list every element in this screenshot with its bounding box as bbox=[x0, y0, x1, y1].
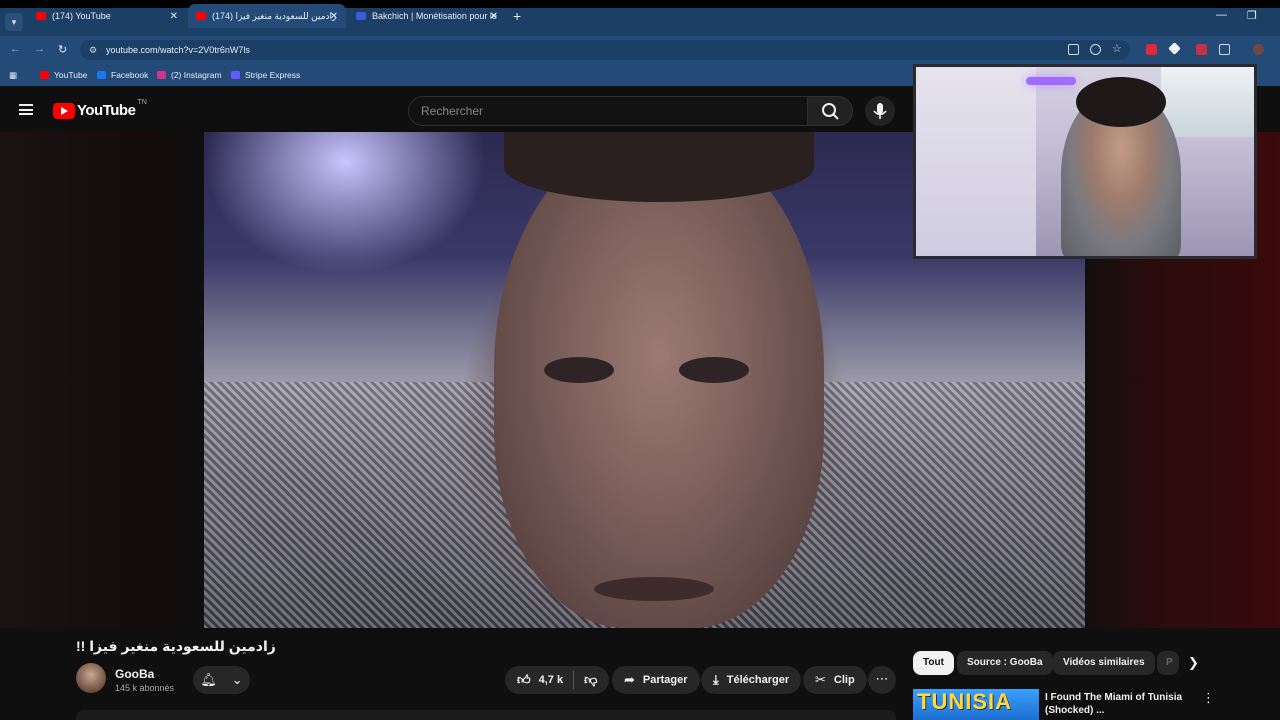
recommended-title[interactable]: I Found The Miami of Tunisia (Shocked) .… bbox=[1045, 691, 1195, 717]
channel-avatar[interactable] bbox=[76, 663, 106, 693]
share-arrow-icon: ➦ bbox=[624, 672, 635, 687]
bookmark-label: (2) Instagram bbox=[171, 70, 222, 80]
video-frame-eye bbox=[679, 357, 749, 383]
apps-grid-icon[interactable]: ▦ bbox=[9, 70, 17, 81]
bookmark-stripe[interactable]: Stripe Express bbox=[231, 70, 300, 80]
browser-tab-youtube[interactable]: (174) YouTube ✕ bbox=[28, 4, 186, 28]
download-label: Télécharger bbox=[726, 674, 790, 686]
thumbnail-text: TUNISIA bbox=[917, 689, 1012, 714]
search-button[interactable] bbox=[807, 96, 853, 126]
webcam-neon-light bbox=[1026, 77, 1076, 85]
hamburger-icon[interactable] bbox=[19, 104, 33, 115]
video-frame-mouth bbox=[594, 577, 714, 601]
webcam-shelf bbox=[1161, 67, 1254, 137]
share-label: Partager bbox=[642, 674, 688, 686]
more-vertical-icon[interactable]: ⋮ bbox=[1202, 690, 1215, 706]
site-info-icon[interactable]: ⚙ bbox=[89, 40, 97, 60]
bookmark-facebook[interactable]: Facebook bbox=[97, 70, 148, 80]
subscriber-count: 145 k abonnés bbox=[115, 683, 175, 693]
mic-icon bbox=[873, 103, 887, 119]
new-tab-button[interactable]: + bbox=[513, 8, 521, 24]
close-tab-icon[interactable]: ✕ bbox=[330, 11, 338, 22]
video-title: زادمين للسعودية منغير فيزا !! bbox=[76, 638, 276, 654]
description-box-top bbox=[76, 710, 896, 720]
logo-text: YouTube bbox=[77, 102, 136, 119]
clip-label: Clip bbox=[833, 674, 855, 686]
minimize-icon[interactable]: — bbox=[1216, 9, 1227, 21]
chip-all[interactable]: Tout bbox=[913, 651, 954, 675]
bookmark-instagram[interactable]: (2) Instagram bbox=[157, 70, 222, 80]
extensions-puzzle-icon[interactable] bbox=[1219, 44, 1230, 55]
tab-search-button[interactable]: ▾ bbox=[5, 13, 23, 31]
bookmark-label: YouTube bbox=[54, 70, 88, 80]
bakchich-favicon-icon bbox=[356, 12, 366, 20]
video-frame-eye bbox=[544, 357, 614, 383]
extension-red-icon[interactable] bbox=[1146, 44, 1157, 55]
profile-avatar[interactable] bbox=[1253, 44, 1264, 55]
browser-tab-bakchich[interactable]: Bakchich | Monétisation pour le ✕ bbox=[348, 4, 506, 28]
thumbs-down-icon[interactable]: 👎︎ bbox=[584, 672, 597, 688]
share-button[interactable]: ➦ Partager bbox=[612, 666, 700, 694]
webcam-overlay bbox=[913, 64, 1257, 259]
youtube-logo[interactable]: YouTube TN bbox=[53, 99, 147, 119]
url-text: youtube.com/watch?v=2V0tr6nW7ls bbox=[106, 45, 250, 55]
channel-name[interactable]: GooBa bbox=[115, 667, 154, 681]
country-code: TN bbox=[137, 99, 147, 106]
webcam-wall bbox=[916, 67, 1036, 256]
chip-partial[interactable]: P bbox=[1157, 651, 1179, 675]
chip-source[interactable]: Source : GooBa bbox=[957, 651, 1053, 675]
youtube-icon bbox=[40, 71, 49, 79]
voice-search-button[interactable] bbox=[865, 96, 895, 126]
reload-icon[interactable]: ↻ bbox=[58, 43, 67, 56]
facebook-icon bbox=[97, 71, 106, 79]
chevron-right-icon[interactable]: ❯ bbox=[1188, 655, 1199, 671]
more-actions-button[interactable]: ⋯ bbox=[868, 666, 896, 694]
chip-similar[interactable]: Vidéos similaires bbox=[1053, 651, 1155, 675]
search-icon bbox=[822, 103, 839, 120]
install-app-icon[interactable] bbox=[1068, 44, 1079, 55]
bookmark-label: Stripe Express bbox=[245, 70, 301, 80]
thumbs-up-icon[interactable]: 👍︎ bbox=[517, 672, 531, 688]
video-frame-hair bbox=[504, 132, 814, 202]
search-input[interactable]: Rechercher bbox=[408, 96, 808, 126]
download-button[interactable]: ⤓ Télécharger bbox=[701, 666, 802, 694]
browser-tab-video[interactable]: (174) زادمين للسعودية منغير فيزا ✕ bbox=[188, 4, 346, 28]
restore-icon[interactable]: ❐ bbox=[1247, 9, 1257, 22]
scissors-icon: ✂ bbox=[815, 672, 826, 687]
youtube-favicon-icon bbox=[196, 12, 206, 20]
forward-icon[interactable]: → bbox=[34, 43, 45, 55]
bookmark-youtube[interactable]: YouTube bbox=[40, 70, 87, 80]
extension-badge-icon[interactable] bbox=[1196, 44, 1207, 55]
youtube-favicon-icon bbox=[36, 12, 46, 20]
bookmark-label: Facebook bbox=[111, 70, 149, 80]
notification-bell-button[interactable]: 🔔︎ ⌄ bbox=[193, 666, 250, 694]
close-tab-icon[interactable]: ✕ bbox=[490, 11, 498, 22]
zoom-icon[interactable] bbox=[1090, 44, 1101, 55]
tab-title: (174) زادمين للسعودية منغير فيزا bbox=[212, 10, 337, 21]
recommended-thumbnail[interactable]: TUNISIA bbox=[913, 689, 1039, 720]
clip-button[interactable]: ✂ Clip bbox=[803, 666, 867, 694]
download-icon: ⤓ bbox=[713, 672, 719, 687]
back-icon[interactable]: ← bbox=[10, 43, 21, 55]
chevron-down-icon: ⌄ bbox=[231, 672, 243, 687]
like-count[interactable]: 4,7 k bbox=[539, 674, 563, 686]
tab-title: Bakchich | Monétisation pour le bbox=[372, 11, 497, 21]
tab-title: (174) YouTube bbox=[52, 11, 111, 21]
bookmark-star-icon[interactable]: ☆ bbox=[1112, 44, 1123, 55]
youtube-play-icon bbox=[53, 102, 75, 119]
bell-icon: 🔔︎ bbox=[200, 672, 217, 687]
webcam-person-hair bbox=[1076, 77, 1166, 127]
instagram-icon bbox=[157, 71, 166, 79]
stripe-icon bbox=[231, 71, 240, 79]
like-divider bbox=[573, 671, 575, 689]
close-tab-icon[interactable]: ✕ bbox=[170, 11, 178, 22]
like-dislike-group: 👍︎ 4,7 k 👎︎ bbox=[505, 666, 610, 694]
address-bar[interactable]: ⚙ youtube.com/watch?v=2V0tr6nW7ls bbox=[80, 40, 1130, 60]
video-frame-face bbox=[494, 132, 824, 628]
